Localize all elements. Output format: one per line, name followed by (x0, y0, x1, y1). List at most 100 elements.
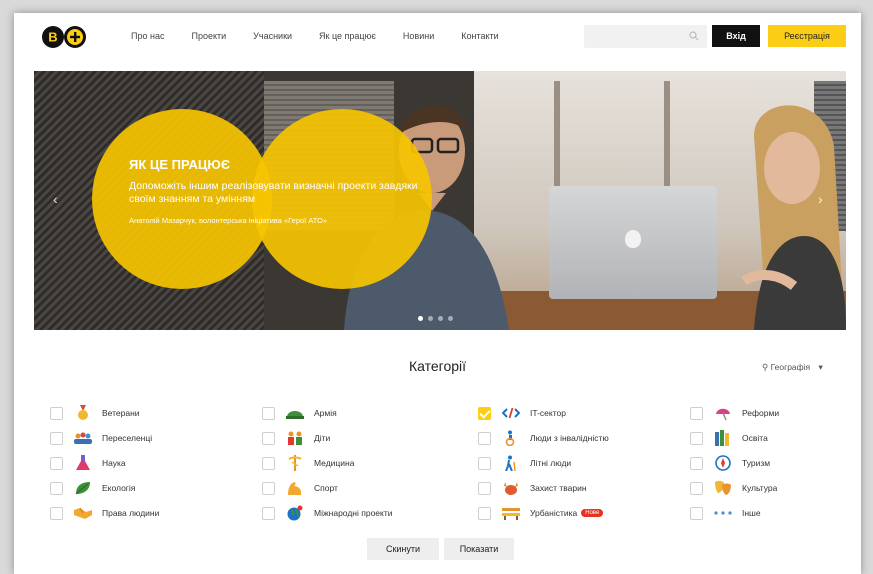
globe-icon (285, 505, 305, 521)
chevron-right-icon[interactable]: › (818, 191, 823, 207)
geography-dropdown[interactable]: ⚲ Географія ▾ (762, 362, 823, 373)
category-item[interactable]: Інше (690, 505, 761, 521)
slider-dots (418, 316, 458, 321)
category-item[interactable]: Літні люди (478, 455, 571, 471)
hero-subtitle: Допоможіть іншим реалізовувати визначні … (129, 180, 418, 205)
bench-icon (501, 505, 521, 521)
category-checkbox[interactable] (690, 506, 703, 520)
category-label: Екологія (102, 483, 136, 493)
masks-icon (713, 480, 733, 496)
helmet-icon (285, 405, 305, 421)
nav-news[interactable]: Новини (403, 31, 434, 41)
category-label: Інше (742, 508, 761, 518)
category-checkbox[interactable] (50, 431, 63, 445)
category-item[interactable]: Медицина (262, 455, 354, 471)
category-item[interactable]: Ветерани (50, 405, 140, 421)
category-item[interactable]: Права людини (50, 505, 159, 521)
category-label: Спорт (314, 483, 338, 493)
svg-text:B: B (48, 30, 57, 45)
category-checkbox[interactable] (262, 406, 275, 420)
dots-icon (713, 505, 733, 521)
category-checkbox[interactable] (50, 481, 63, 495)
hero-laptop (549, 186, 717, 299)
new-badge: Нове (581, 509, 604, 517)
leaf-icon (73, 480, 93, 496)
category-label: Культура (742, 483, 778, 493)
category-item[interactable]: Переселенці (50, 430, 152, 446)
category-checkbox[interactable] (262, 481, 275, 495)
login-button[interactable]: Вхід (712, 25, 760, 47)
category-label: Армія (314, 408, 337, 418)
category-item[interactable]: IT-сектор (478, 405, 566, 421)
children-icon (285, 430, 305, 446)
wheelchair-icon (501, 430, 521, 446)
flask-icon (73, 455, 93, 471)
category-checkbox[interactable] (262, 456, 275, 470)
slider-dot[interactable] (418, 316, 423, 321)
elderly-icon (501, 455, 521, 471)
animal-icon (501, 480, 521, 496)
nav-projects[interactable]: Проекти (191, 31, 226, 41)
category-checkbox[interactable] (262, 431, 275, 445)
category-checkbox[interactable] (50, 456, 63, 470)
category-checkbox[interactable] (262, 506, 275, 520)
category-item[interactable]: Реформи (690, 405, 779, 421)
category-item[interactable]: Освіта (690, 430, 768, 446)
compass-icon (713, 455, 733, 471)
category-checkbox[interactable] (478, 506, 491, 520)
category-checkbox[interactable] (478, 456, 491, 470)
slider-dot[interactable] (428, 316, 433, 321)
slider-dot[interactable] (438, 316, 443, 321)
code-icon (501, 405, 521, 421)
category-label: Діти (314, 433, 331, 443)
category-label: Переселенці (102, 433, 153, 443)
main-nav: Про нас Проекти Учасники Як це працює Но… (131, 31, 526, 41)
geography-label: Географія (770, 362, 811, 372)
category-checkbox[interactable] (478, 406, 491, 420)
hero-slider: Як це працює Допоможіть іншим реалізовув… (34, 71, 846, 330)
category-checkbox[interactable] (690, 406, 703, 420)
category-label: Медицина (314, 458, 355, 468)
category-label: Урбаністика (530, 508, 578, 518)
search-icon[interactable] (689, 31, 699, 41)
logo[interactable]: B (41, 25, 91, 49)
category-item[interactable]: Люди з інвалідністю (478, 430, 609, 446)
category-checkbox[interactable] (690, 456, 703, 470)
handshake-icon (73, 505, 93, 521)
nav-contacts[interactable]: Контакти (461, 31, 498, 41)
category-checkbox[interactable] (478, 481, 491, 495)
category-checkbox[interactable] (690, 431, 703, 445)
reset-button[interactable]: Скинути (367, 538, 439, 560)
categories-title: Категорії (408, 358, 467, 374)
category-label: IT-сектор (530, 408, 566, 418)
category-item[interactable]: Міжнародні проекти (262, 505, 393, 521)
category-checkbox[interactable] (690, 481, 703, 495)
category-item[interactable]: Урбаністика Нове (478, 505, 604, 521)
category-item[interactable]: Діти (262, 430, 330, 446)
chevron-left-icon[interactable]: ‹ (53, 191, 58, 207)
category-item[interactable]: Культура (690, 480, 777, 496)
category-label: Люди з інвалідністю (530, 433, 609, 443)
hero-title: Як це працює (129, 157, 231, 172)
show-button[interactable]: Показати (444, 538, 514, 560)
category-item[interactable]: Наука (50, 455, 126, 471)
category-item[interactable]: Армія (262, 405, 337, 421)
category-item[interactable]: Туризм (690, 455, 770, 471)
category-label: Міжнародні проекти (314, 508, 393, 518)
nav-participants[interactable]: Учасники (253, 31, 292, 41)
category-checkbox[interactable] (478, 431, 491, 445)
register-button[interactable]: Реєстрація (768, 25, 846, 47)
category-checkbox[interactable] (50, 506, 63, 520)
slider-dot[interactable] (448, 316, 453, 321)
category-checkbox[interactable] (50, 406, 63, 420)
nav-how-it-works[interactable]: Як це працює (319, 31, 376, 41)
page-frame: B Про нас Проекти Учасники Як це працює … (14, 13, 861, 574)
category-item[interactable]: Екологія (50, 480, 135, 496)
category-label: Ветерани (102, 408, 140, 418)
category-item[interactable]: Спорт (262, 480, 338, 496)
search-input[interactable] (584, 25, 707, 48)
nav-about[interactable]: Про нас (131, 31, 164, 41)
header: B Про нас Проекти Учасники Як це працює … (14, 13, 861, 61)
people-icon (73, 430, 93, 446)
category-item[interactable]: Захист тварин (478, 480, 587, 496)
